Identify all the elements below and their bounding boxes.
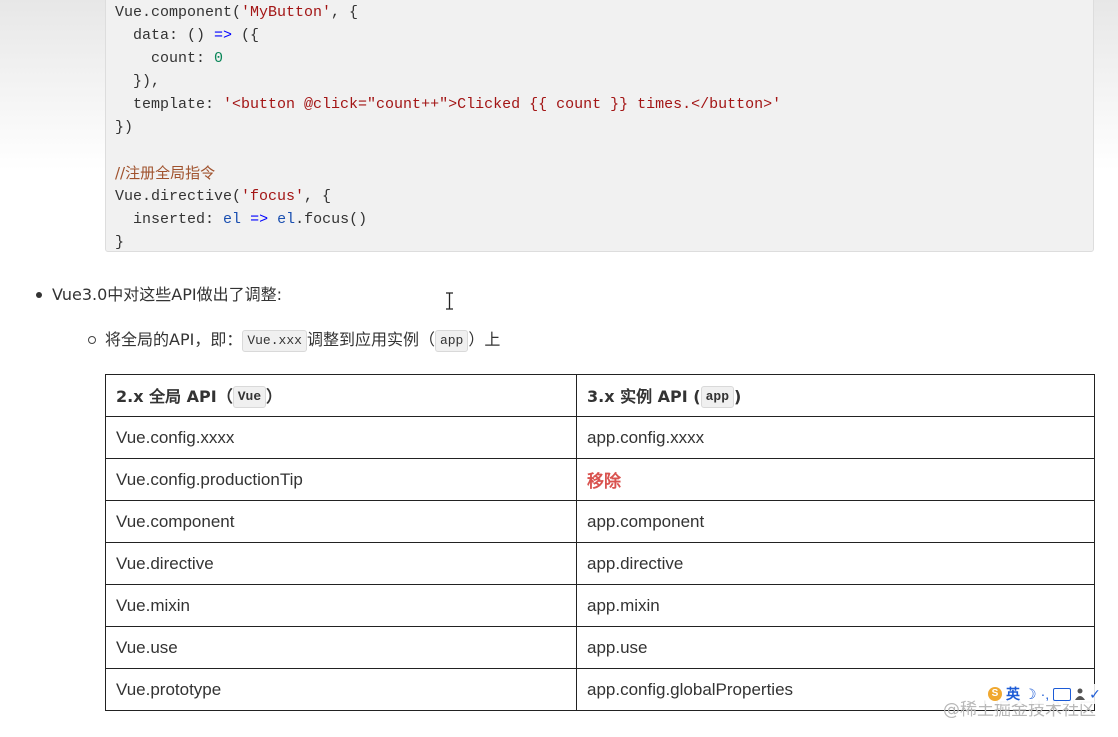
code-token: , { xyxy=(304,188,332,205)
code-token: el xyxy=(277,211,296,228)
code-token: }) xyxy=(115,119,134,136)
header-col2-prefix: 3.x 实例 API ( xyxy=(587,386,701,406)
code-token: 'MyButton' xyxy=(241,4,332,21)
header-2x-global-api: 2.x 全局 API（ Vue） xyxy=(105,374,577,417)
sub-bullet-middle: 调整到应用实例（ xyxy=(306,330,435,349)
cell-removed: 移除 xyxy=(576,458,1095,501)
code-token: , { xyxy=(331,4,359,21)
code-token: el xyxy=(223,211,242,228)
ime-keyboard-icon[interactable] xyxy=(1053,687,1072,701)
table-row: Vue.config.xxxx app.config.xxxx xyxy=(105,416,1095,459)
cell-vue3-api: app.config.xxxx xyxy=(576,416,1095,459)
code-token: }), xyxy=(115,73,161,90)
ime-toolbar[interactable]: S 英 ☽ ·, ✓ xyxy=(985,684,1104,704)
code-line: data: () => ({ xyxy=(115,24,1093,47)
header-col1-prefix: 2.x 全局 API（ xyxy=(116,386,233,406)
ime-moon-icon[interactable]: ☽ xyxy=(1024,686,1037,703)
header-col2-code: app xyxy=(700,386,735,409)
document-page: Vue.component('MyButton', { data: () => … xyxy=(0,0,1118,737)
cell-vue3-api: app.directive xyxy=(576,542,1095,585)
cell-vue2-api: Vue.use xyxy=(105,626,577,669)
header-3x-instance-api: 3.x 实例 API (app) xyxy=(576,374,1095,417)
table-row: Vue.component app.component xyxy=(105,500,1095,543)
code-token: count: xyxy=(115,50,215,67)
table-row: Vue.config.productionTip 移除 xyxy=(105,458,1095,501)
ime-user-icon[interactable] xyxy=(1075,688,1086,700)
code-token: => xyxy=(214,27,233,44)
ime-language-toggle[interactable]: 英 xyxy=(1006,684,1020,704)
bullet-dot-icon xyxy=(36,291,42,298)
code-line: } xyxy=(115,231,1093,254)
cell-vue2-api: Vue.mixin xyxy=(105,584,577,627)
code-token: 0 xyxy=(214,50,224,67)
cell-vue2-api: Vue.component xyxy=(105,500,577,543)
circle-bullet-icon xyxy=(88,335,96,344)
header-col1-code: Vue xyxy=(232,386,267,409)
code-token: inserted: xyxy=(115,211,224,228)
code-token: => xyxy=(250,211,269,228)
ime-more-icon[interactable]: ✓ xyxy=(1089,686,1101,703)
cell-vue2-api: Vue.config.xxxx xyxy=(105,416,577,459)
cell-vue2-api: Vue.directive xyxy=(105,542,577,585)
code-line: }) xyxy=(115,116,1093,139)
code-line: count: 0 xyxy=(115,47,1093,70)
cell-vue3-api: app.use xyxy=(576,626,1095,669)
table-header-row: 2.x 全局 API（ Vue） 3.x 实例 API (app) xyxy=(105,374,1095,417)
table-body: Vue.config.xxxx app.config.xxxx Vue.config… xyxy=(105,416,1095,711)
ime-punctuation-icon[interactable]: ·, xyxy=(1041,686,1050,702)
ime-logo-icon[interactable]: S xyxy=(988,687,1002,701)
code-token: Vue.component( xyxy=(115,4,242,21)
code-token: data: () xyxy=(115,27,215,44)
code-token: } xyxy=(115,234,125,251)
cell-vue3-api: app.component xyxy=(576,500,1095,543)
table-row: Vue.directive app.directive xyxy=(105,542,1095,585)
inline-code-vue-xxx: Vue.xxx xyxy=(242,329,307,352)
code-line: inserted: el => el.focus() xyxy=(115,208,1093,231)
code-token: //注册全局指令 xyxy=(115,164,216,182)
code-token: 'focus' xyxy=(241,188,305,205)
inline-code-app: app xyxy=(434,329,469,352)
table-row: Vue.use app.use xyxy=(105,626,1095,669)
cell-vue2-api: Vue.config.productionTip xyxy=(105,458,577,501)
sub-bullet-suffix: ）上 xyxy=(468,330,501,349)
cell-vue3-api: app.mixin xyxy=(576,584,1095,627)
cell-vue2-api: Vue.prototype xyxy=(105,668,577,711)
table-row: Vue.mixin app.mixin xyxy=(105,584,1095,627)
text-cursor-icon xyxy=(446,292,453,310)
bullet-text: Vue3.0中对这些API做出了调整: xyxy=(52,285,282,304)
sub-bullet-item: 将全局的API，即： Vue.xxx 调整到应用实例（ app ）上 xyxy=(88,328,500,352)
header-col1-suffix: ） xyxy=(266,386,283,406)
code-line: template: '<button @click="count++">Clic… xyxy=(115,93,1093,116)
code-token: .focus() xyxy=(295,211,368,228)
sub-bullet-prefix: 将全局的API，即： xyxy=(105,330,243,349)
code-token: '<button @click="count++">Clicked {{ cou… xyxy=(223,96,782,113)
code-line: Vue.directive('focus', { xyxy=(115,185,1093,208)
code-token: ({ xyxy=(232,27,260,44)
code-line: //注册全局指令 xyxy=(115,162,1093,185)
header-col2-suffix: ) xyxy=(734,386,742,406)
bullet-item: Vue3.0中对这些API做出了调整: xyxy=(36,284,282,306)
code-block: Vue.component('MyButton', { data: () => … xyxy=(105,0,1094,252)
code-token: template: xyxy=(115,96,224,113)
code-line: Vue.component('MyButton', { xyxy=(115,1,1093,24)
code-token: Vue.directive( xyxy=(115,188,242,205)
code-line: }), xyxy=(115,70,1093,93)
api-comparison-table: 2.x 全局 API（ Vue） 3.x 实例 API (app) Vue.con… xyxy=(105,374,1095,711)
